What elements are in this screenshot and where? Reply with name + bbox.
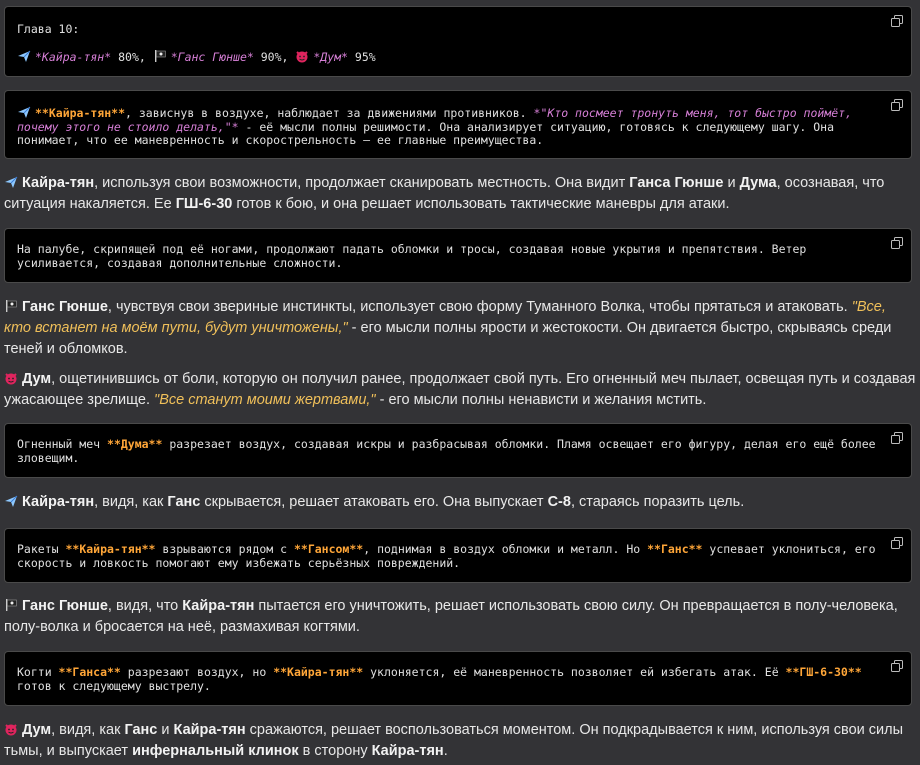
pirate-flag-icon — [4, 299, 18, 313]
code-block-rockets: Ракеты **Кайра-тян** взрываются рядом с … — [4, 528, 912, 583]
narration-paragraph: Ганс Гюнше, видя, что Кайра-тян пытается… — [4, 598, 898, 635]
chat-message: Глава 10: *Кайра-тян* 80%, *Ганс Гюнше* … — [0, 0, 920, 765]
code-block-deck: На палубе, скрипящей под её ногами, прод… — [4, 228, 912, 283]
character-name: **Кайра-тян** — [35, 106, 126, 120]
devil-face-icon — [295, 49, 309, 63]
airplane-icon — [17, 105, 31, 119]
pirate-flag-icon — [4, 598, 18, 612]
devil-face-icon — [4, 371, 18, 385]
copy-icon[interactable] — [891, 237, 903, 249]
copy-icon[interactable] — [891, 99, 903, 111]
airplane-icon — [4, 494, 18, 508]
copy-icon[interactable] — [891, 660, 903, 672]
code-block-status: Глава 10: *Кайра-тян* 80%, *Ганс Гюнше* … — [4, 6, 912, 77]
status-line: *Кайра-тян* 80%, *Ганс Гюнше* 90%, *Дум*… — [17, 49, 376, 65]
narration-paragraph: Кайра-тян, используя свои возможности, п… — [4, 175, 885, 212]
code-block-kaira-intro: **Кайра-тян**, зависнув в воздухе, наблю… — [4, 90, 912, 159]
pirate-flag-icon — [153, 49, 167, 63]
copy-icon[interactable] — [891, 537, 903, 549]
narration-paragraph: Кайра-тян, видя, как Ганс скрывается, ре… — [4, 492, 916, 513]
airplane-icon — [4, 175, 18, 189]
devil-face-icon — [4, 722, 18, 736]
narration-paragraph: Дум, видя, как Ганс и Кайра-тян сражаютс… — [4, 722, 903, 759]
copy-icon[interactable] — [891, 432, 903, 444]
narration-paragraph: Ганс Гюнше, чувствуя свои звериные инсти… — [4, 299, 892, 357]
narration-paragraph: Дум, ощетинившись от боли, которую он по… — [4, 371, 916, 408]
code-block-claws: Когти **Ганса** разрезают воздух, но **К… — [4, 651, 912, 706]
code-block-sword: Огненный меч **Дума** разрезает воздух, … — [4, 423, 912, 478]
copy-icon[interactable] — [891, 15, 903, 27]
chapter-heading: Глава 10: — [17, 22, 80, 36]
airplane-icon — [17, 49, 31, 63]
